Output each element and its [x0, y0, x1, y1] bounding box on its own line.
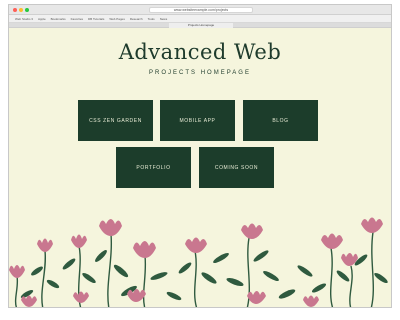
bookmarks-bar: Web Studio 3 Apple Bookmarks Favorites D… — [9, 15, 391, 23]
maximize-window-icon[interactable] — [25, 8, 29, 12]
bookmark-item[interactable]: Web Pages — [109, 17, 124, 21]
nav-button-css-zen-garden[interactable]: CSS ZEN GARDEN — [78, 100, 153, 141]
browser-window: www.websiteexample.com/projects Web Stud… — [8, 4, 392, 308]
close-window-icon[interactable] — [13, 8, 17, 12]
page-subtitle: PROJECTS HOMEPAGE — [149, 70, 251, 76]
floral-decoration — [9, 217, 388, 307]
page-title: Advanced Web — [118, 40, 282, 64]
bookmark-item[interactable]: News — [160, 17, 168, 21]
address-bar[interactable]: www.websiteexample.com/projects — [149, 7, 253, 13]
page-content: Advanced Web PROJECTS HOMEPAGE CSS ZEN G… — [9, 28, 391, 307]
bookmark-item[interactable]: Web Studio 3 — [15, 17, 33, 21]
nav-button-portfolio[interactable]: PORTFOLIO — [116, 147, 191, 188]
bookmark-item[interactable]: Apple — [38, 17, 46, 21]
bookmark-item[interactable]: Research — [130, 17, 143, 21]
browser-titlebar: www.websiteexample.com/projects — [9, 5, 391, 15]
minimize-window-icon[interactable] — [19, 8, 23, 12]
bookmark-item[interactable]: Bookmarks — [51, 17, 66, 21]
bookmark-item[interactable]: DB Tutorials — [88, 17, 104, 21]
bookmark-item[interactable]: Favorites — [71, 17, 83, 21]
nav-button-coming-soon[interactable]: COMING SOON — [199, 147, 274, 188]
bookmark-item[interactable]: Tools — [148, 17, 155, 21]
nav-button-blog[interactable]: BLOG — [243, 100, 318, 141]
nav-button-mobile-app[interactable]: MOBILE APP — [160, 100, 235, 141]
